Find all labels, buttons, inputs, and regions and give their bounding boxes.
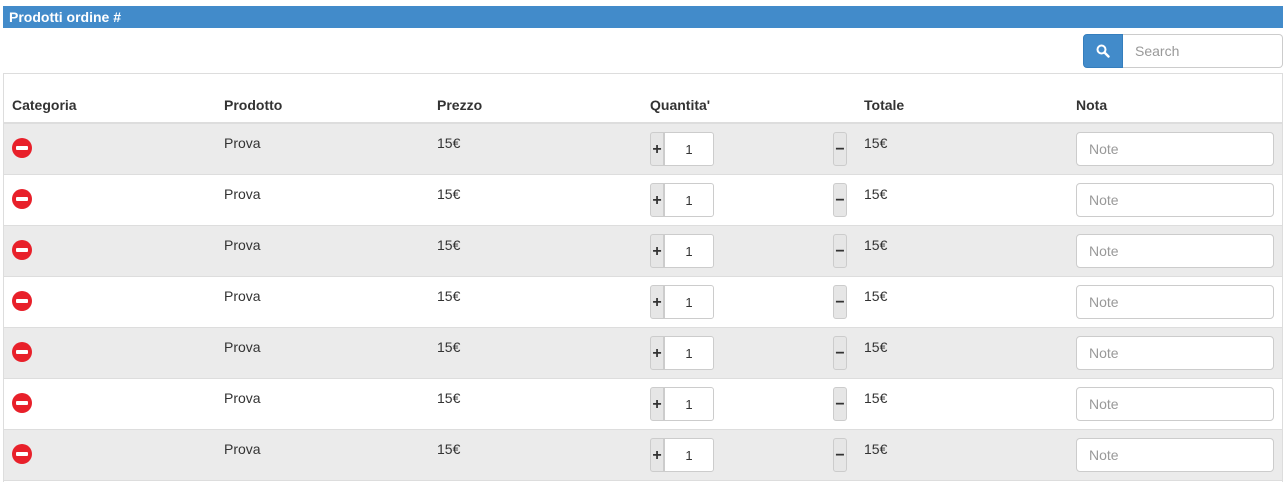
product-price: 15€ (437, 135, 461, 151)
row-total: 15€ (864, 135, 888, 151)
remove-item-icon[interactable] (12, 189, 32, 209)
quantity-input[interactable] (664, 285, 714, 319)
remove-item-icon[interactable] (12, 240, 32, 260)
product-price: 15€ (437, 339, 461, 355)
note-input[interactable] (1076, 285, 1274, 319)
note-input[interactable] (1076, 132, 1274, 166)
remove-item-icon[interactable] (12, 393, 32, 413)
column-header-prezzo: Prezzo (437, 97, 483, 113)
increase-quantity-button[interactable]: + (650, 234, 664, 268)
column-header-quantita: Quantita' (650, 97, 711, 113)
search-button[interactable] (1083, 34, 1123, 68)
table-header: Categoria Prodotto Prezzo Quantita' Tota… (4, 74, 1282, 124)
decrease-quantity-button[interactable]: − (833, 234, 847, 268)
remove-item-icon[interactable] (12, 291, 32, 311)
quantity-input[interactable] (664, 336, 714, 370)
search-box (1083, 34, 1283, 68)
product-price: 15€ (437, 186, 461, 202)
product-name: Prova (224, 237, 261, 253)
product-name: Prova (224, 288, 261, 304)
note-input[interactable] (1076, 234, 1274, 268)
decrease-quantity-button[interactable]: − (833, 183, 847, 217)
decrease-quantity-button[interactable]: − (833, 336, 847, 370)
note-input[interactable] (1076, 387, 1274, 421)
increase-quantity-button[interactable]: + (650, 438, 664, 472)
decrease-quantity-button[interactable]: − (833, 387, 847, 421)
row-total: 15€ (864, 441, 888, 457)
increase-quantity-button[interactable]: + (650, 132, 664, 166)
remove-item-icon[interactable] (12, 342, 32, 362)
quantity-input[interactable] (664, 183, 714, 217)
table-row: Prova 15€ + − 15€ (4, 175, 1282, 226)
row-total: 15€ (864, 288, 888, 304)
search-icon (1096, 44, 1110, 58)
product-price: 15€ (437, 390, 461, 406)
products-table: Categoria Prodotto Prezzo Quantita' Tota… (3, 73, 1283, 482)
decrease-quantity-button[interactable]: − (833, 285, 847, 319)
decrease-quantity-button[interactable]: − (833, 438, 847, 472)
note-input[interactable] (1076, 336, 1274, 370)
product-name: Prova (224, 441, 261, 457)
product-name: Prova (224, 390, 261, 406)
column-header-nota: Nota (1076, 97, 1108, 113)
row-total: 15€ (864, 390, 888, 406)
row-total: 15€ (864, 339, 888, 355)
note-input[interactable] (1076, 183, 1274, 217)
column-header-prodotto: Prodotto (224, 97, 283, 113)
table-row: Prova 15€ + − 15€ (4, 379, 1282, 430)
quantity-input[interactable] (664, 438, 714, 472)
table-row: Prova 15€ + − 15€ (4, 430, 1282, 481)
panel-title: Prodotti ordine # (3, 6, 1283, 28)
remove-item-icon[interactable] (12, 138, 32, 158)
remove-item-icon[interactable] (12, 444, 32, 464)
product-name: Prova (224, 339, 261, 355)
search-input[interactable] (1123, 34, 1283, 68)
quantity-input[interactable] (664, 132, 714, 166)
increase-quantity-button[interactable]: + (650, 387, 664, 421)
product-price: 15€ (437, 237, 461, 253)
product-price: 15€ (437, 441, 461, 457)
increase-quantity-button[interactable]: + (650, 336, 664, 370)
note-input[interactable] (1076, 438, 1274, 472)
row-total: 15€ (864, 186, 888, 202)
decrease-quantity-button[interactable]: − (833, 132, 847, 166)
table-row: Prova 15€ + − 15€ (4, 226, 1282, 277)
table-row: Prova 15€ + − 15€ (4, 124, 1282, 175)
product-name: Prova (224, 186, 261, 202)
column-header-categoria: Categoria (12, 97, 77, 113)
product-name: Prova (224, 135, 261, 151)
column-header-totale: Totale (864, 97, 905, 113)
increase-quantity-button[interactable]: + (650, 285, 664, 319)
increase-quantity-button[interactable]: + (650, 183, 664, 217)
row-total: 15€ (864, 237, 888, 253)
table-row: Prova 15€ + − 15€ (4, 328, 1282, 379)
quantity-input[interactable] (664, 387, 714, 421)
table-body: Prova 15€ + − 15€ Prova 15€ + − 15€ Prov… (4, 124, 1282, 481)
quantity-input[interactable] (664, 234, 714, 268)
product-price: 15€ (437, 288, 461, 304)
table-row: Prova 15€ + − 15€ (4, 277, 1282, 328)
